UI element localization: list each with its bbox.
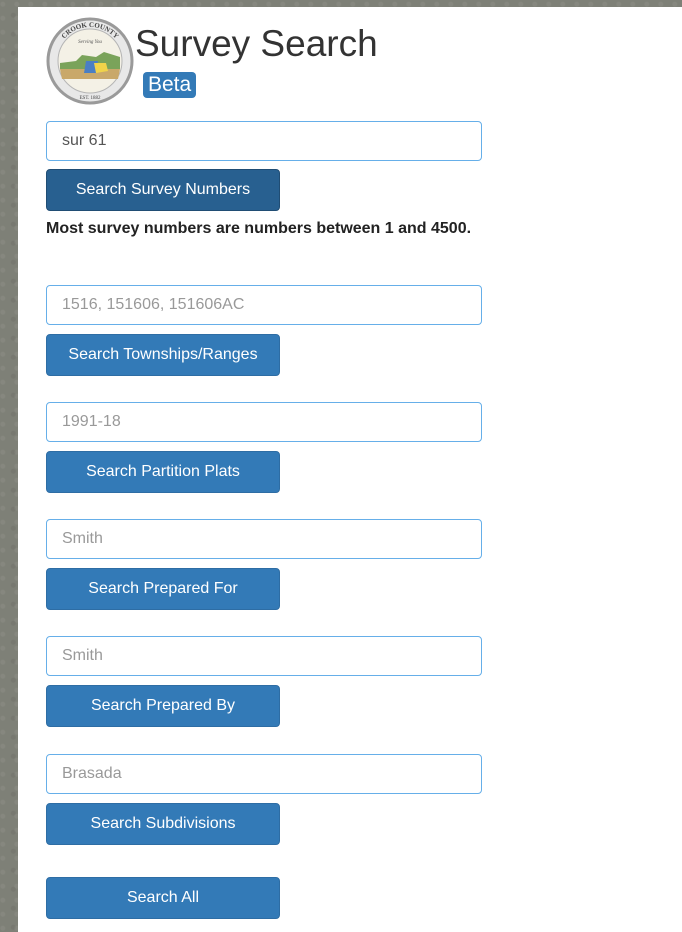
search-all-button[interactable]: Search All — [46, 877, 280, 919]
prepared-by-input[interactable] — [46, 636, 482, 676]
page-title: Survey Search — [135, 23, 378, 64]
partition-plat-input[interactable] — [46, 402, 482, 442]
search-survey-numbers-button[interactable]: Search Survey Numbers — [46, 169, 280, 211]
main-panel: Serving You CROOK COUNTY EST. 1882 Surve… — [18, 7, 682, 932]
survey-number-help-text: Most survey numbers are numbers between … — [46, 220, 472, 237]
search-prepared-by-button[interactable]: Search Prepared By — [46, 685, 280, 727]
township-range-input[interactable] — [46, 285, 482, 325]
search-prepared-for-button[interactable]: Search Prepared For — [46, 568, 280, 610]
search-townships-ranges-button[interactable]: Search Townships/Ranges — [46, 334, 280, 376]
logo-bottom-text: EST. 1882 — [79, 96, 101, 101]
crook-county-logo: Serving You CROOK COUNTY EST. 1882 — [46, 17, 134, 105]
survey-number-input[interactable] — [46, 121, 482, 161]
logo-mid-text: Serving You — [78, 40, 102, 45]
subdivision-input[interactable] — [46, 754, 482, 794]
search-subdivisions-button[interactable]: Search Subdivisions — [46, 803, 280, 845]
prepared-for-input[interactable] — [46, 519, 482, 559]
search-partition-plats-button[interactable]: Search Partition Plats — [46, 451, 280, 493]
beta-badge: Beta — [143, 72, 197, 99]
